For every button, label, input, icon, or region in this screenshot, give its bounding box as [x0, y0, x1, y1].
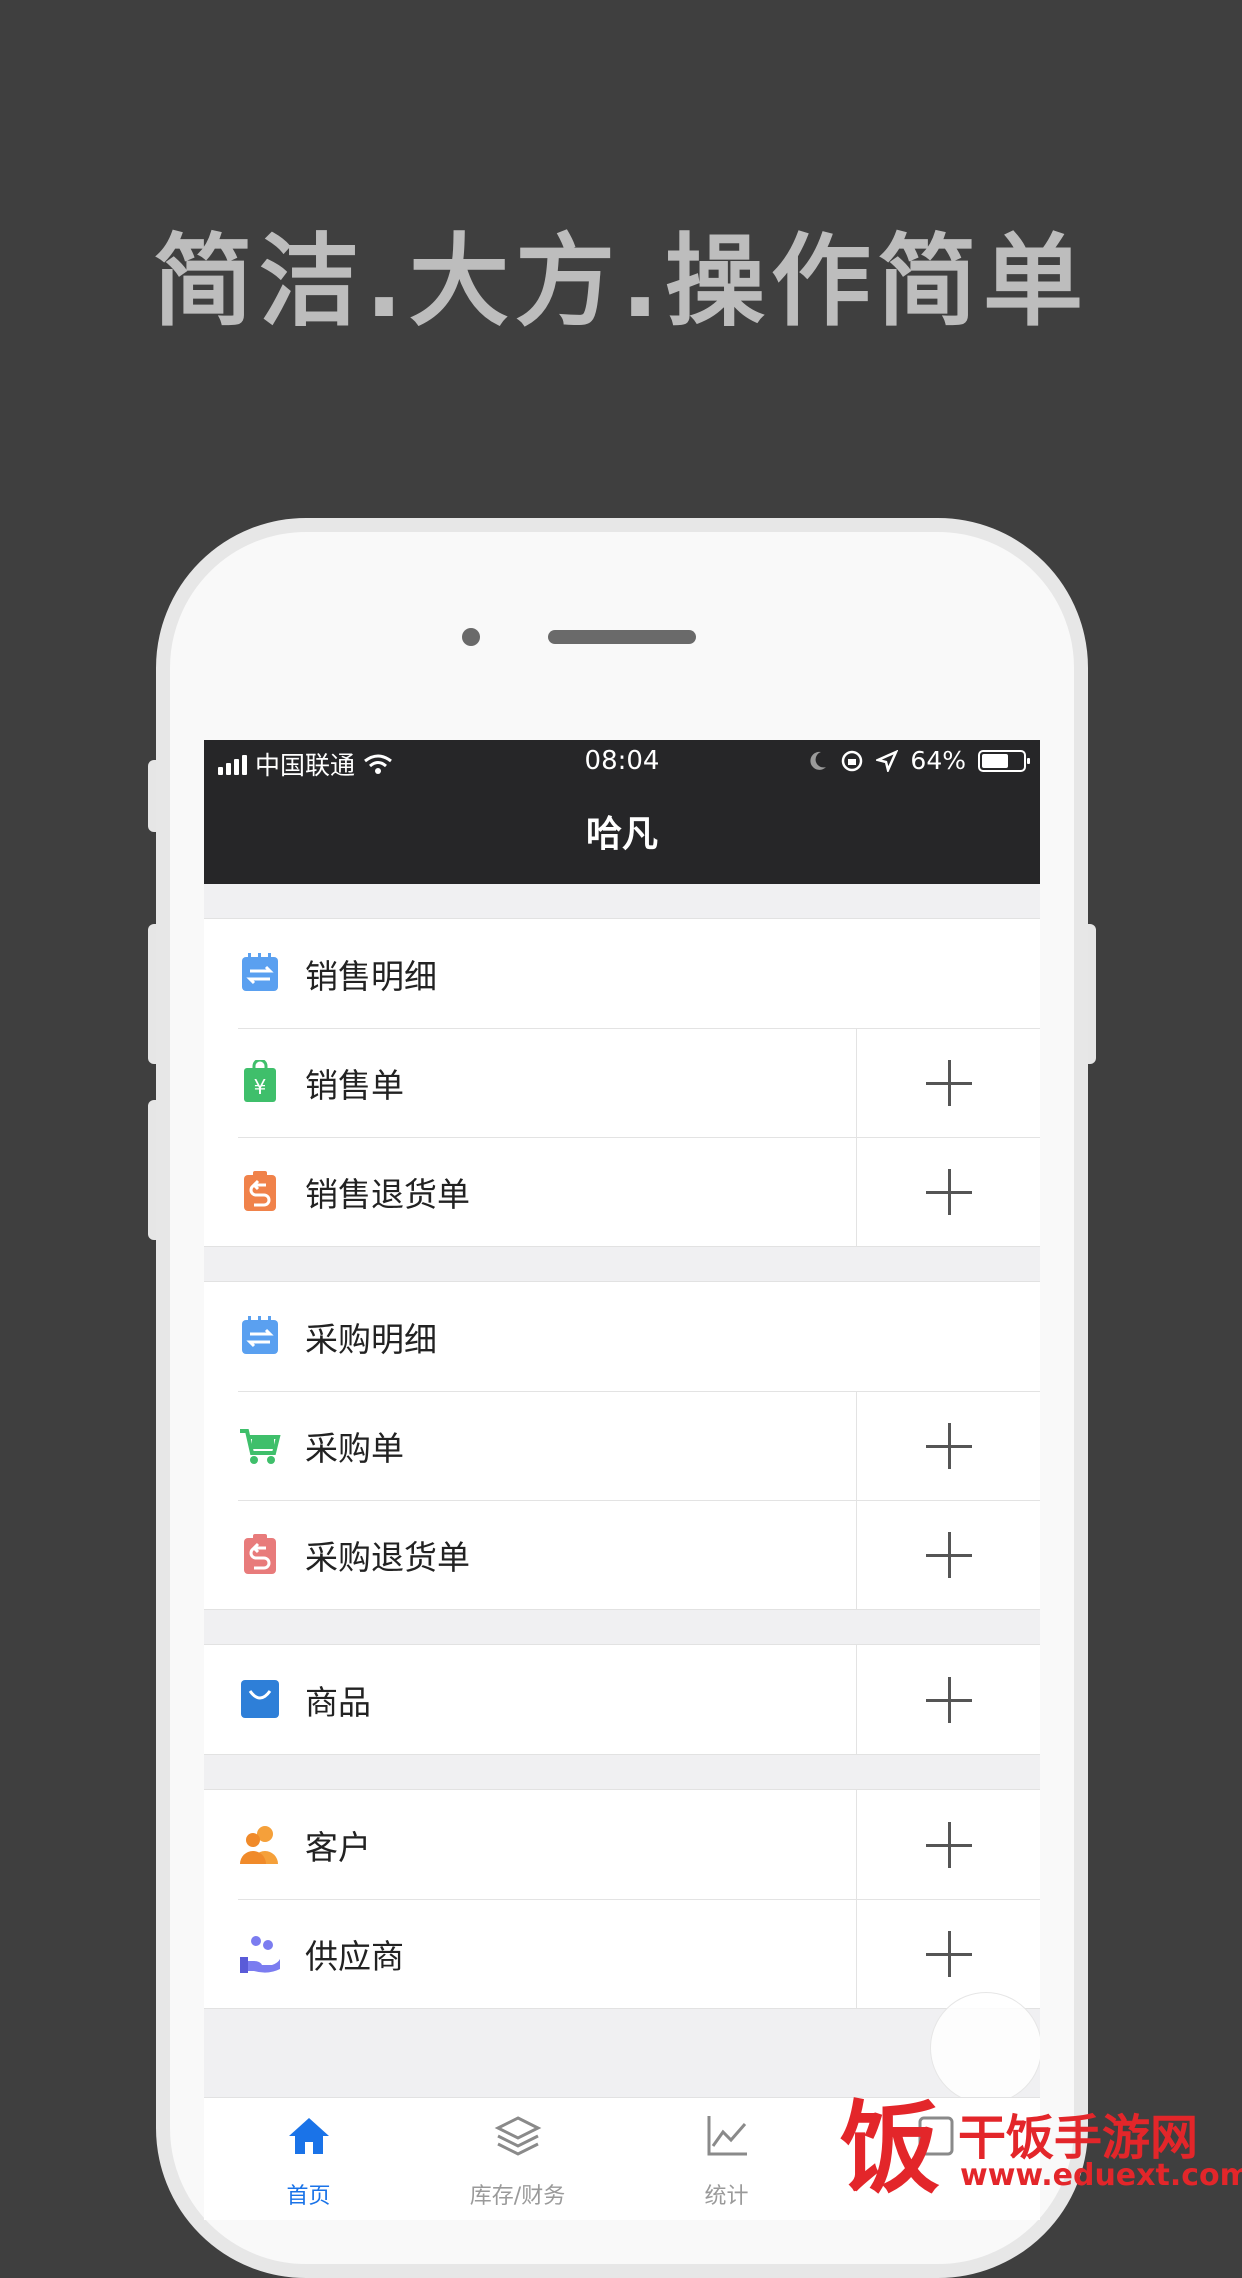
add-sales-return-button[interactable] — [856, 1137, 1040, 1246]
list-item[interactable]: 采购明细 — [204, 1282, 1040, 1391]
watermark-logo: 饭 干饭手游网 www.eduext.com — [840, 2092, 1242, 2208]
chart-icon — [707, 2116, 747, 2156]
list-item[interactable]: 销售明细 — [204, 919, 1040, 1028]
location-icon — [876, 749, 899, 772]
tab-home[interactable]: 首页 — [204, 2098, 413, 2220]
app-screen: 中国联通 08:04 64% 哈凡 销售明细 ¥ 销售单 销售退货单 采购明细 … — [204, 740, 1040, 2220]
home-icon — [288, 2118, 329, 2154]
purchase-group: 采购明细 采购单 采购退货单 — [204, 1281, 1040, 1610]
layers-icon — [494, 2116, 541, 2156]
plus-icon — [925, 1821, 972, 1868]
list-item[interactable]: 供应商 — [204, 1899, 1040, 2008]
sales-detail-icon — [242, 953, 278, 991]
list-item-label: 销售单 — [305, 1065, 404, 1105]
purchase-return-icon — [244, 1534, 276, 1574]
tab-label: 首页 — [286, 2184, 331, 2209]
floating-button[interactable] — [930, 1992, 1040, 2104]
plus-icon — [925, 1676, 972, 1723]
battery-percent: 64% — [910, 746, 966, 775]
list-item-label: 采购明细 — [305, 1319, 437, 1359]
supplier-icon — [240, 1936, 280, 1973]
add-purchase-order-button[interactable] — [856, 1391, 1040, 1500]
shopping-bag-icon — [241, 1680, 279, 1718]
status-bar: 中国联通 08:04 64% — [204, 740, 1040, 786]
plus-icon — [925, 1930, 972, 1977]
list-item-label: 采购退货单 — [305, 1537, 470, 1577]
list-item-label: 商品 — [305, 1682, 371, 1722]
headline: 简洁.大方.操作简单 — [153, 223, 1089, 340]
list-item-label: 销售明细 — [305, 956, 437, 996]
customers-icon — [240, 1826, 278, 1864]
list-item-label: 采购单 — [305, 1428, 404, 1468]
list-item[interactable]: 销售退货单 — [204, 1137, 1040, 1246]
list-item[interactable]: ¥ 销售单 — [204, 1028, 1040, 1137]
earpiece-speaker — [548, 630, 696, 644]
nav-title: 哈凡 — [204, 786, 1040, 884]
moon-icon — [810, 751, 827, 770]
menu-list: 销售明细 ¥ 销售单 销售退货单 采购明细 采购单 采购退货单 商品 客户 供应… — [204, 884, 1040, 2009]
tab-label: 库存/财务 — [469, 2184, 566, 2209]
list-item-label: 供应商 — [305, 1936, 404, 1976]
contacts-group: 客户 供应商 — [204, 1789, 1040, 2009]
battery-icon — [978, 749, 1030, 772]
list-item-label: 客户 — [305, 1827, 371, 1867]
plus-icon — [925, 1059, 972, 1106]
sales-group: 销售明细 ¥ 销售单 销售退货单 — [204, 918, 1040, 1247]
plus-icon — [925, 1531, 972, 1578]
goods-group: 商品 — [204, 1644, 1040, 1755]
sales-return-icon — [244, 1171, 276, 1211]
cart-icon — [240, 1429, 281, 1464]
add-purchase-return-button[interactable] — [856, 1500, 1040, 1609]
svg-text:¥: ¥ — [254, 1075, 267, 1099]
plus-icon — [925, 1168, 972, 1215]
tab-inventory-finance[interactable]: 库存/财务 — [413, 2098, 622, 2220]
front-camera — [462, 628, 480, 646]
add-sales-order-button[interactable] — [856, 1028, 1040, 1137]
sales-order-icon: ¥ — [244, 1060, 276, 1102]
list-item[interactable]: 采购退货单 — [204, 1500, 1040, 1609]
list-item-label: 销售退货单 — [305, 1174, 470, 1214]
watermark-url: www.eduext.com — [960, 2158, 1242, 2193]
add-customer-button[interactable] — [856, 1790, 1040, 1899]
watermark-glyph: 饭 — [840, 2090, 940, 2207]
plus-icon — [925, 1422, 972, 1469]
add-goods-button[interactable] — [856, 1645, 1040, 1754]
rotation-lock-icon — [842, 750, 863, 771]
tab-label: 统计 — [704, 2184, 749, 2209]
list-item[interactable]: 客户 — [204, 1790, 1040, 1899]
add-supplier-button[interactable] — [856, 1899, 1040, 2008]
list-item[interactable]: 商品 — [204, 1645, 1040, 1754]
list-item[interactable]: 采购单 — [204, 1391, 1040, 1500]
tab-statistics[interactable]: 统计 — [622, 2098, 831, 2220]
purchase-detail-icon — [242, 1316, 278, 1354]
